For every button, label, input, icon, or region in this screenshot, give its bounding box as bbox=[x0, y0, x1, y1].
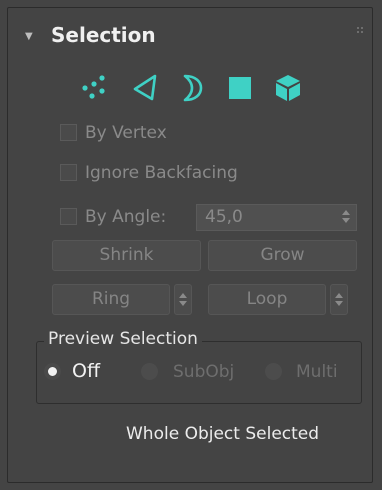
preview-multi-label: Multi bbox=[296, 362, 338, 382]
rollout-header[interactable]: ▼ Selection bbox=[8, 8, 372, 56]
preview-subobj-label: SubObj bbox=[173, 362, 235, 382]
grip-icon[interactable] bbox=[357, 27, 365, 35]
ring-spinner-icon[interactable] bbox=[174, 284, 192, 315]
angle-value[interactable]: 45,0 bbox=[205, 205, 243, 230]
spinner-arrows-icon[interactable] bbox=[342, 209, 350, 225]
edge-triangle-outline-icon[interactable] bbox=[129, 72, 161, 104]
preview-subobj-radio[interactable] bbox=[141, 363, 158, 380]
by-vertex-checkbox[interactable] bbox=[60, 124, 77, 141]
angle-spinner[interactable]: 45,0 bbox=[196, 204, 357, 231]
element-cube-icon[interactable] bbox=[272, 72, 304, 104]
by-angle-checkbox[interactable] bbox=[60, 208, 77, 225]
rollout-title: Selection bbox=[51, 23, 156, 47]
preview-off-label: Off bbox=[72, 360, 101, 382]
subobject-mode-toolbar bbox=[8, 72, 372, 104]
triangle-down-icon[interactable]: ▼ bbox=[25, 32, 33, 42]
preview-multi-radio[interactable] bbox=[265, 363, 282, 380]
grow-button[interactable]: Grow bbox=[208, 240, 357, 271]
preview-off-radio[interactable] bbox=[44, 363, 61, 380]
shrink-button[interactable]: Shrink bbox=[52, 240, 201, 271]
polygon-square-icon[interactable] bbox=[224, 72, 256, 104]
by-angle-label: By Angle: bbox=[85, 207, 167, 227]
border-crescent-icon[interactable] bbox=[176, 72, 208, 104]
selection-status: Whole Object Selected bbox=[126, 424, 320, 444]
by-vertex-label: By Vertex bbox=[85, 123, 167, 143]
vertex-dots-icon[interactable] bbox=[80, 72, 112, 104]
ignore-backfacing-label: Ignore Backfacing bbox=[85, 163, 238, 183]
ignore-backfacing-checkbox[interactable] bbox=[60, 164, 77, 181]
loop-button[interactable]: Loop bbox=[208, 284, 326, 315]
ring-button[interactable]: Ring bbox=[52, 284, 170, 315]
preview-selection-title: Preview Selection bbox=[44, 328, 202, 350]
selection-rollout: ▼ Selection By Vertex Ignore Backfacing … bbox=[7, 7, 373, 483]
loop-spinner-icon[interactable] bbox=[330, 284, 348, 315]
